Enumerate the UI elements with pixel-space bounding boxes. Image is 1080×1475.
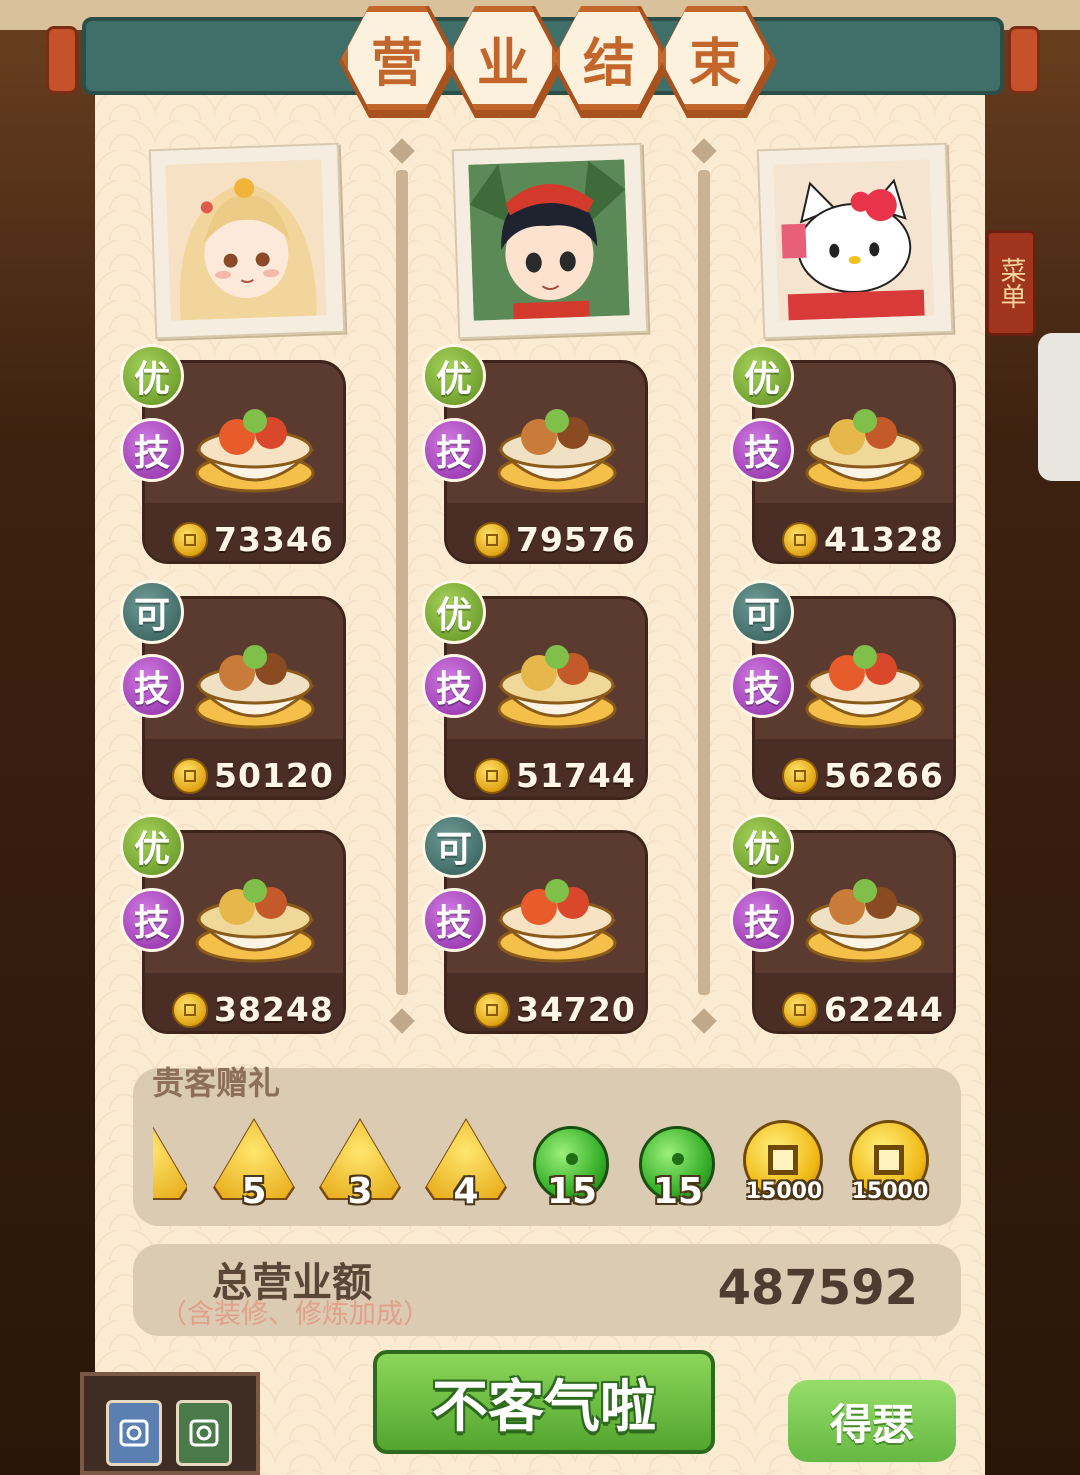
rank-badge: 优	[422, 344, 486, 408]
gift-item-coin[interactable]: 15000	[743, 1120, 825, 1208]
rank-badge: 可	[730, 580, 794, 644]
background-right	[980, 0, 1080, 1475]
coin-icon	[172, 522, 208, 558]
dish-score: 41328	[824, 520, 944, 559]
dish-score: 34720	[516, 990, 636, 1029]
dish-score: 62244	[824, 990, 944, 1029]
boy-red-cap-avatar-icon	[468, 159, 630, 321]
share-icon	[189, 1419, 219, 1447]
coin-icon	[172, 992, 208, 1028]
skill-badge: 技	[730, 888, 794, 952]
dish-score: 73346	[214, 520, 334, 559]
gift-item-zongzi[interactable]: 4	[425, 1118, 507, 1212]
rank-badge: 优	[422, 580, 486, 644]
fish-dish-icon	[195, 645, 315, 729]
gift-count: 15	[546, 1171, 598, 1212]
dish-score: 38248	[214, 990, 334, 1029]
skill-badge: 技	[730, 654, 794, 718]
dish-score: 50120	[214, 756, 334, 795]
rank-badge: 优	[730, 814, 794, 878]
dish-score: 56266	[824, 756, 944, 795]
guest-gifts-title: 贵客赠礼	[152, 1064, 281, 1102]
seafood-platter-icon	[195, 879, 315, 963]
fish-basket-icon	[805, 645, 925, 729]
chef-portrait-1[interactable]	[148, 142, 346, 340]
confirm-button[interactable]: 不客气啦	[373, 1350, 715, 1454]
coin-icon	[474, 992, 510, 1028]
show-off-button[interactable]: 得瑟	[788, 1380, 956, 1462]
screenshot-button[interactable]	[106, 1400, 162, 1466]
coin-icon	[782, 992, 818, 1028]
skill-badge: 技	[422, 888, 486, 952]
soup-bowl-icon	[497, 645, 617, 729]
share-button[interactable]	[176, 1400, 232, 1466]
crab-grill-icon	[805, 879, 925, 963]
gift-count: 15000	[745, 1179, 823, 1204]
menu-sign[interactable]: 菜单	[986, 230, 1036, 336]
coin-icon	[172, 758, 208, 794]
gift-item-zongzi[interactable]: 5	[213, 1118, 295, 1212]
rank-badge: 可	[120, 580, 184, 644]
lobster-dish-icon	[195, 409, 315, 493]
skill-badge: 技	[120, 888, 184, 952]
gift-item-jade[interactable]: 15	[531, 1120, 613, 1212]
noodle-pot-icon	[497, 409, 617, 493]
hello-kitty-avatar-icon	[773, 159, 935, 321]
skill-badge: 技	[422, 654, 486, 718]
gift-count: 4	[453, 1171, 479, 1212]
chef-portrait-2[interactable]	[451, 142, 649, 340]
hotpot-icon	[805, 409, 925, 493]
background-left	[0, 0, 95, 1475]
banner-scroll-end-right	[1008, 26, 1040, 94]
rank-badge: 可	[422, 814, 486, 878]
total-revenue-note: （含装修、修炼加成）	[160, 1299, 430, 1330]
gift-count: 15000	[851, 1179, 929, 1204]
skill-badge: 技	[120, 654, 184, 718]
coin-icon	[474, 522, 510, 558]
skill-badge: 技	[730, 418, 794, 482]
skill-badge: 技	[422, 418, 486, 482]
coin-icon	[474, 758, 510, 794]
girl-blonde-avatar-icon	[165, 159, 327, 321]
dish-score: 51744	[516, 756, 636, 795]
column-divider	[396, 170, 408, 995]
rank-badge: 优	[120, 344, 184, 408]
gift-item-zongzi[interactable]: 3	[319, 1118, 401, 1212]
side-pull-tab[interactable]	[1038, 333, 1080, 481]
coin-icon	[782, 758, 818, 794]
clay-pot-icon	[497, 879, 617, 963]
rank-badge: 优	[120, 814, 184, 878]
gift-item-jade[interactable]: 15	[637, 1120, 719, 1212]
camera-icon	[119, 1419, 149, 1447]
skill-badge: 技	[120, 418, 184, 482]
chef-portrait-3[interactable]	[756, 142, 954, 340]
gift-count: 15	[652, 1171, 704, 1212]
total-revenue-value: 487592	[717, 1260, 918, 1316]
gift-count: 5	[241, 1171, 267, 1212]
gift-item-partial	[153, 1120, 187, 1208]
column-divider	[698, 170, 710, 995]
gift-count: 3	[347, 1171, 373, 1212]
gift-item-coin[interactable]: 15000	[849, 1120, 931, 1208]
dish-score: 79576	[516, 520, 636, 559]
coin-icon	[782, 522, 818, 558]
banner-scroll-end-left	[46, 26, 78, 94]
rank-badge: 优	[730, 344, 794, 408]
